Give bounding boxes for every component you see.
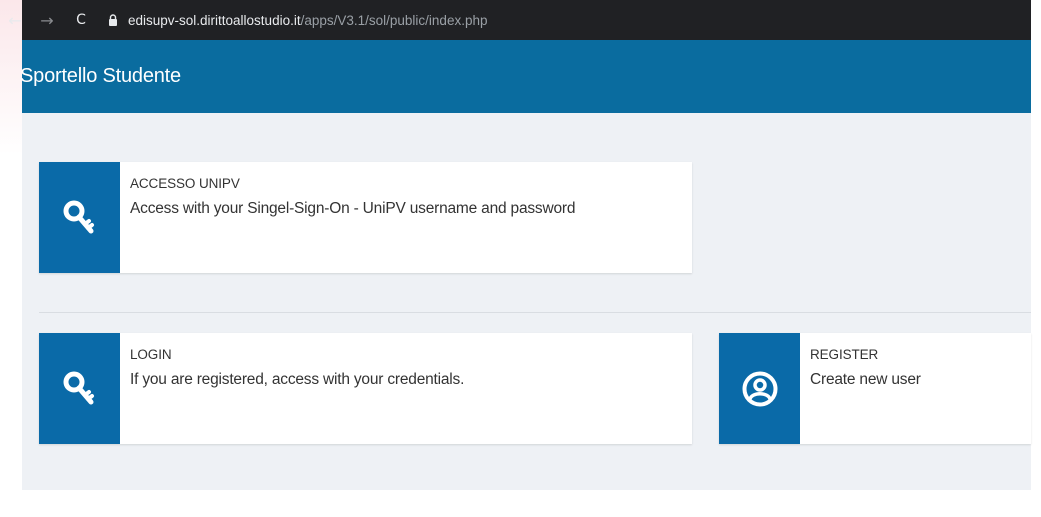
browser-toolbar: ← → C edisupv-sol.dirittoallostudio.it/a… bbox=[8, 0, 1031, 40]
card-title: ACCESSO UNIPV bbox=[130, 176, 240, 191]
card-title: REGISTER bbox=[810, 347, 879, 362]
page-title: Sportello Studente bbox=[20, 65, 181, 87]
card-icon-panel bbox=[39, 162, 120, 273]
card-description: If you are registered, access with your … bbox=[130, 371, 465, 388]
url-path: /apps/V3.1/sol/public/index.php bbox=[300, 12, 488, 28]
lock-icon[interactable] bbox=[106, 13, 120, 27]
card-title: LOGIN bbox=[130, 347, 172, 362]
forward-button[interactable]: → bbox=[36, 11, 58, 30]
card-text: ACCESSO UNIPV Access with your Singel-Si… bbox=[120, 162, 575, 273]
register-card[interactable]: REGISTER Create new user bbox=[719, 333, 1031, 444]
page-frame-right bbox=[1031, 0, 1041, 517]
key-icon bbox=[63, 371, 94, 404]
url-host: edisupv-sol.dirittoallostudio.it bbox=[128, 12, 301, 28]
address-bar[interactable]: edisupv-sol.dirittoallostudio.it/apps/V3… bbox=[106, 6, 1031, 34]
login-card[interactable]: LOGIN If you are registered, access with… bbox=[39, 333, 692, 444]
reload-button[interactable]: C bbox=[70, 12, 92, 28]
user-icon bbox=[742, 371, 777, 406]
card-icon-panel bbox=[719, 333, 800, 444]
card-text: REGISTER Create new user bbox=[800, 333, 921, 444]
card-text: LOGIN If you are registered, access with… bbox=[120, 333, 464, 444]
card-description: Create new user bbox=[810, 371, 921, 388]
card-icon-panel bbox=[39, 333, 120, 444]
accesso-unipv-card[interactable]: ACCESSO UNIPV Access with your Singel-Si… bbox=[39, 162, 692, 273]
section-divider bbox=[39, 312, 1031, 313]
key-icon bbox=[63, 200, 94, 233]
back-button[interactable]: ← bbox=[4, 11, 26, 30]
card-description: Access with your Singel-Sign-On - UniPV … bbox=[130, 200, 576, 217]
app-header: Sportello Studente bbox=[20, 40, 1031, 113]
page-frame-left bbox=[0, 0, 22, 517]
